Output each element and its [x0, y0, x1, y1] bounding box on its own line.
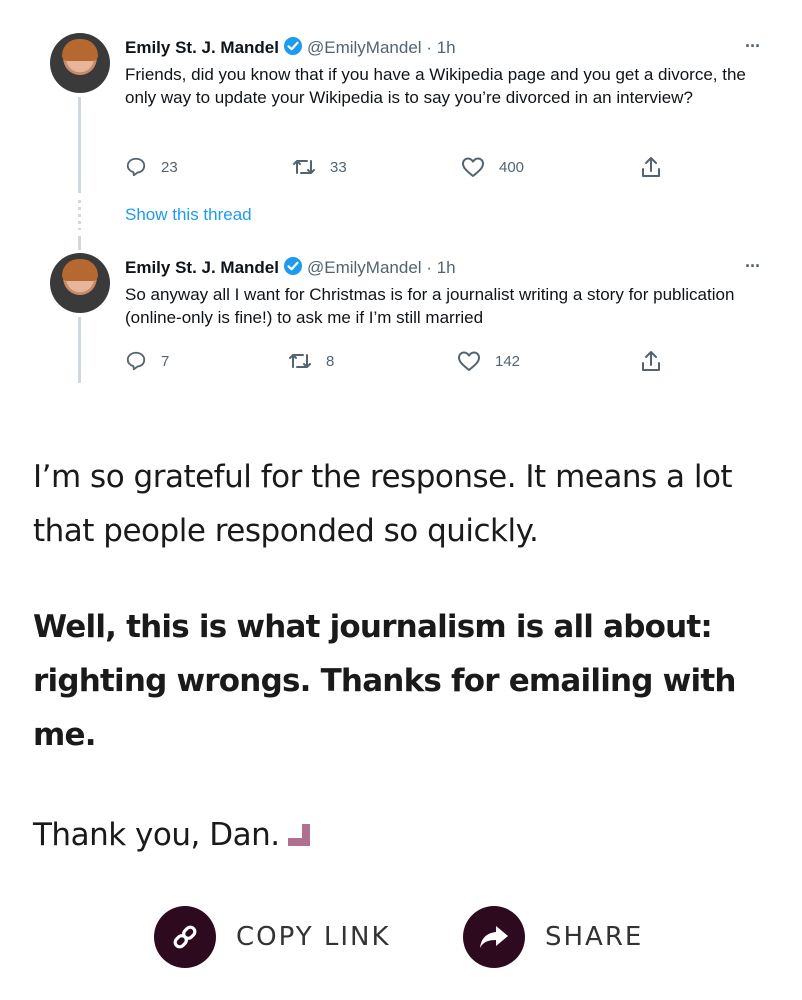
like-button[interactable]: 400 [461, 156, 524, 178]
retweet-count: 8 [326, 352, 335, 370]
reply-count: 23 [161, 158, 178, 176]
thread-line [78, 317, 81, 383]
upload-share-icon [642, 351, 660, 371]
thread-line [78, 97, 81, 193]
thread-line [78, 236, 81, 250]
copy-link-button[interactable]: COPY LINK [154, 906, 391, 968]
reply-icon [126, 157, 146, 177]
share-label: SHARE [545, 922, 644, 952]
verified-badge-icon [283, 36, 303, 62]
retweet-icon [293, 160, 315, 174]
upload-share-icon [642, 157, 660, 177]
tweet-time[interactable]: · 1h [426, 258, 455, 277]
reply-icon [126, 351, 146, 371]
more-options-icon[interactable]: ··· [745, 256, 761, 277]
author-name[interactable]: Emily St. J. Mandel [125, 38, 279, 57]
article-closing-text: Thank you, Dan. [33, 817, 280, 853]
retweet-button[interactable]: 33 [292, 156, 347, 178]
more-options-icon[interactable]: ··· [745, 36, 761, 57]
thread-dots [78, 200, 81, 230]
share-button[interactable]: SHARE [463, 906, 643, 968]
tweet-time[interactable]: · 1h [426, 38, 455, 57]
heart-icon [458, 351, 480, 371]
retweet-count: 33 [330, 158, 347, 176]
reply-button[interactable]: 7 [125, 350, 169, 372]
author-handle[interactable]: @EmilyMandel [307, 38, 422, 57]
tweet-header: Emily St. J. Mandel @EmilyMandel · 1h [125, 256, 456, 282]
verified-badge-icon [283, 256, 303, 282]
share-arrow-icon [463, 906, 525, 968]
retweet-button[interactable]: 8 [288, 350, 334, 372]
reply-count: 7 [161, 352, 170, 370]
article-question: Well, this is what journalism is all abo… [33, 609, 736, 753]
author-handle[interactable]: @EmilyMandel [307, 258, 422, 277]
like-count: 400 [499, 158, 525, 176]
article-closing: Thank you, Dan. [33, 808, 773, 862]
heart-icon [462, 157, 484, 177]
like-button[interactable]: 142 [457, 350, 520, 372]
tweet-header: Emily St. J. Mandel @EmilyMandel · 1h [125, 36, 456, 62]
like-count: 142 [495, 352, 521, 370]
share-tweet-button[interactable] [640, 155, 676, 179]
retweet-icon [289, 354, 311, 368]
reply-button[interactable]: 23 [125, 156, 178, 178]
tweet-text: So anyway all I want for Christmas is fo… [125, 285, 735, 327]
avatar[interactable] [50, 33, 110, 93]
copy-link-label: COPY LINK [236, 922, 391, 952]
share-tweet-button[interactable] [640, 349, 676, 373]
avatar[interactable] [50, 253, 110, 313]
author-name[interactable]: Emily St. J. Mandel [125, 258, 279, 277]
link-icon [154, 906, 216, 968]
article-paragraph: I’m so grateful for the response. It mea… [33, 459, 733, 549]
end-of-article-icon [287, 824, 310, 846]
tweet-text: Friends, did you know that if you have a… [125, 65, 746, 107]
show-thread-link[interactable]: Show this thread [125, 205, 252, 225]
